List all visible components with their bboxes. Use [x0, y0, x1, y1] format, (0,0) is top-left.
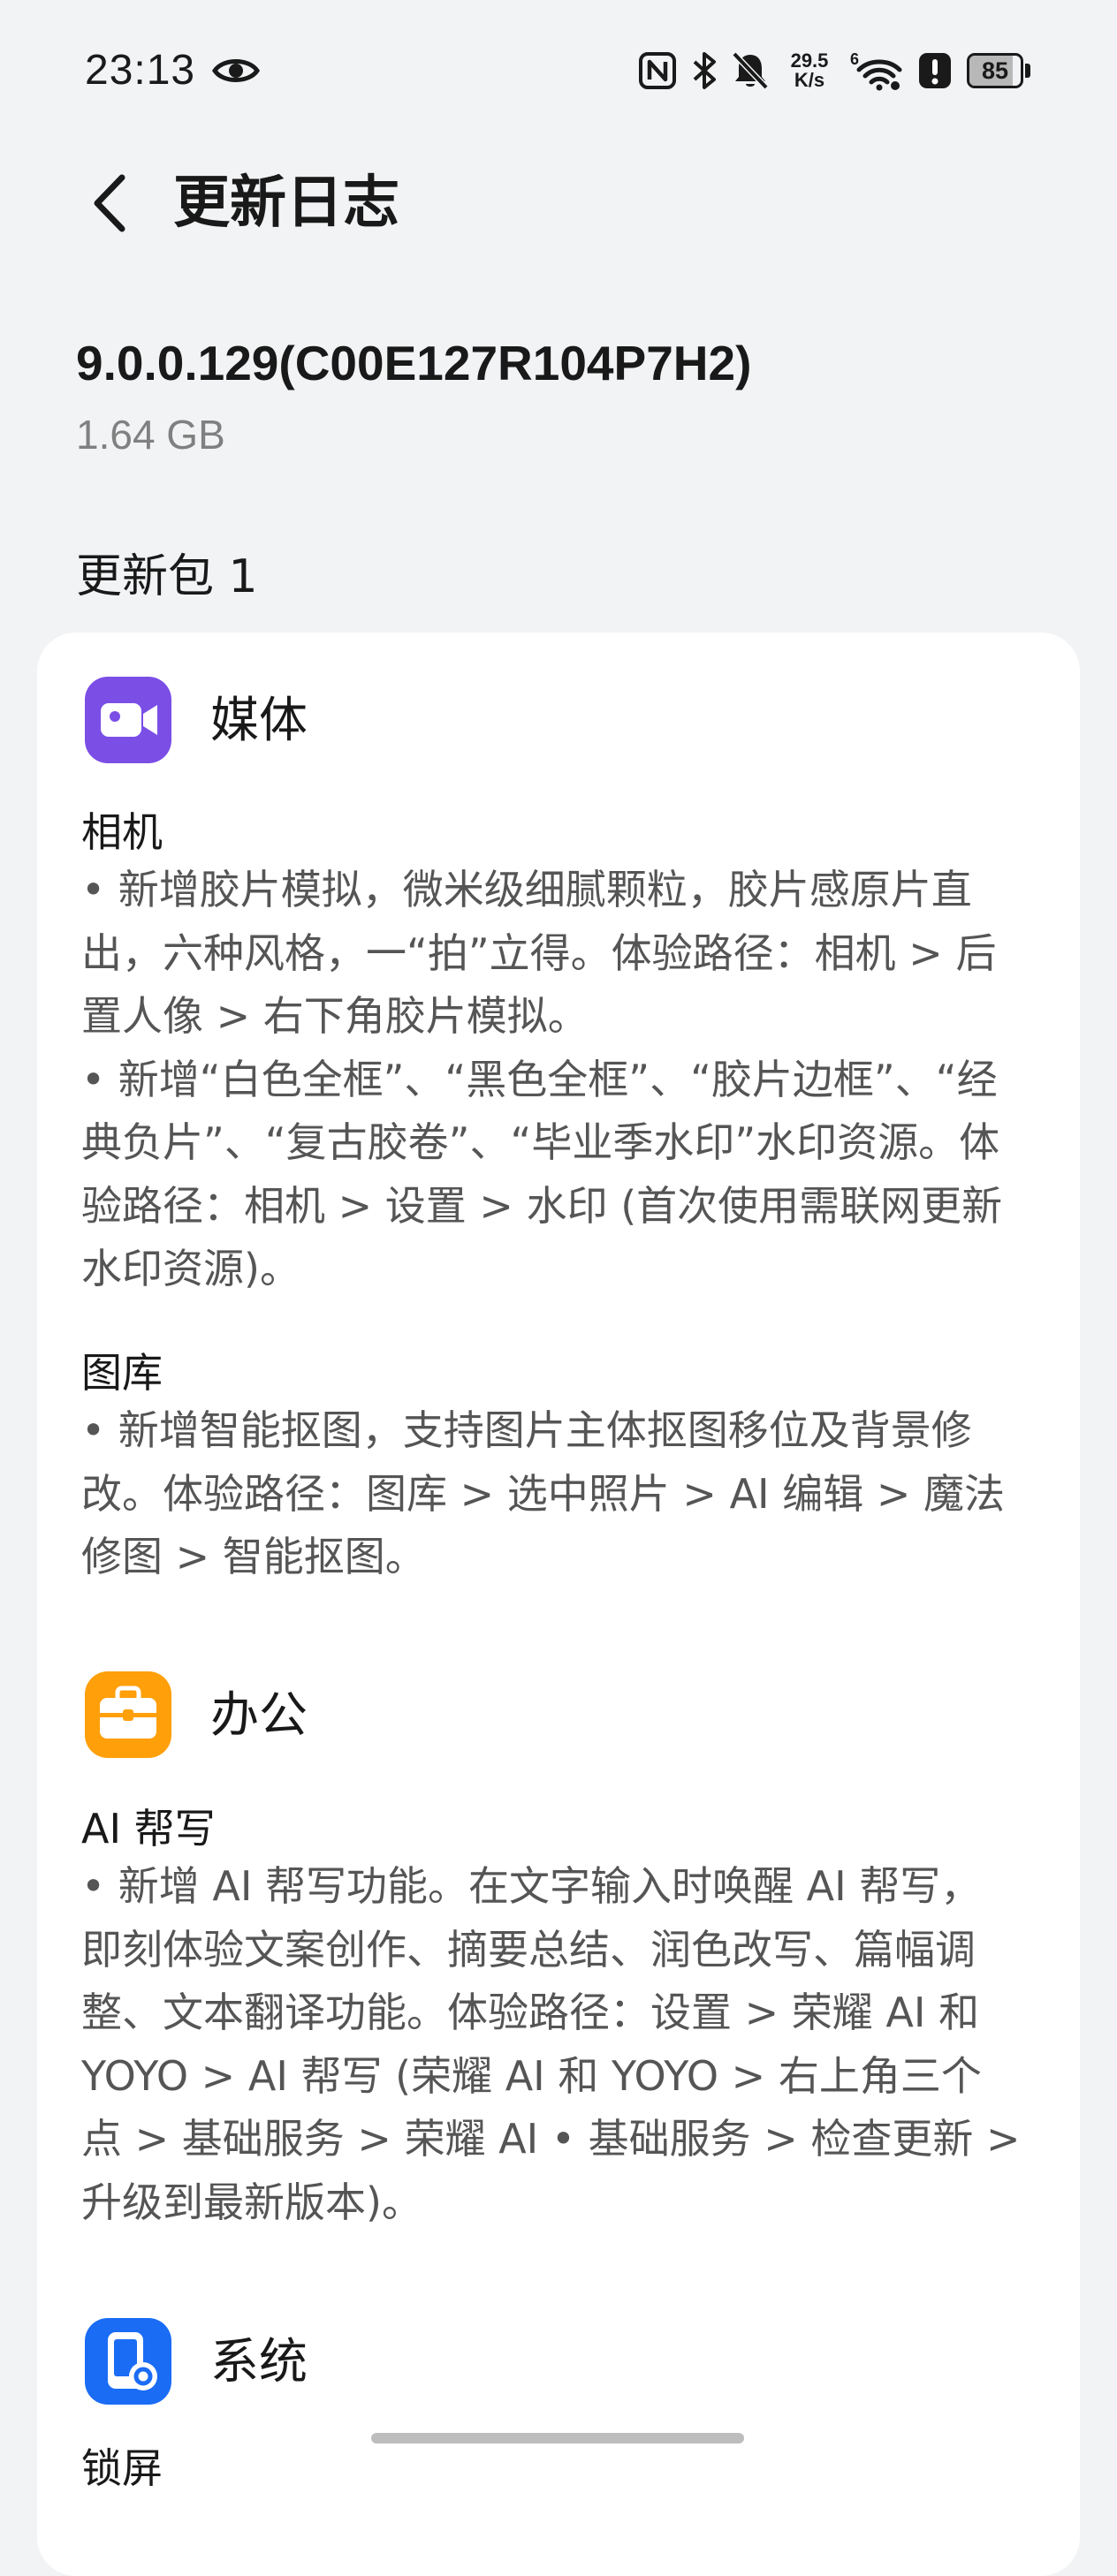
wifi-6-icon: 6 [850, 50, 902, 91]
net-speed-value: 29.5 [790, 49, 829, 72]
note-line: 点 > 基础服务 > 荣耀 AI • 基础服务 > 检查更新 > [81, 2115, 1021, 2163]
update-card: 媒体 相机 • 新增胶片模拟，微米级细腻颗粒，胶片感原片直 出，六种风格，一“拍… [37, 633, 1080, 2576]
alert-icon [919, 53, 951, 88]
note-line: 改。体验路径：图库 > 选中照片 > AI 编辑 > 魔法 [81, 1469, 1006, 1518]
phone-settings-icon [85, 2318, 171, 2405]
note-line: 置人像 > 右下角胶片模拟。 [81, 992, 589, 1040]
bell-off-icon [732, 51, 769, 90]
bluetooth-icon [693, 52, 716, 89]
status-icons: 29.5 K/s 6 85 [638, 46, 1032, 95]
note-line: • 新增胶片模拟，微米级细腻颗粒，胶片感原片直 [81, 866, 972, 913]
section-title-office: 办公 [210, 1686, 308, 1743]
camera-notes: • 新增胶片模拟，微米级细腻颗粒，胶片感原片直 出，六种风格，一“拍”立得。体验… [81, 859, 1080, 1301]
note-line: 升级到最新版本)。 [81, 2178, 422, 2226]
battery-level: 85 [981, 57, 1009, 84]
subsection-title-gallery: 图库 [81, 1349, 163, 1397]
net-speed: 29.5 K/s [783, 51, 836, 90]
subsection-title-lockscreen: 锁屏 [81, 2444, 163, 2492]
eye-icon [212, 59, 260, 82]
subsection-title-ai-writing: AI 帮写 [81, 1805, 216, 1852]
section-title-system: 系统 [210, 2333, 308, 2390]
note-line: 整、文本翻译功能。体验路径：设置 > 荣耀 AI 和 [81, 1989, 980, 2036]
battery-icon: 85 [967, 53, 1032, 88]
nfc-icon [639, 52, 676, 89]
note-line: • 新增智能抠图，支持图片主体抠图移位及背景修 [81, 1406, 972, 1454]
note-line: 即刻体验文案创作、摘要总结、润色改写、篇幅调 [81, 1925, 976, 1974]
note-line: • 新增“白色全框”、“黑色全框”、“胶片边框”、“经 [81, 1055, 998, 1103]
note-line: 典负片”、“复古胶卷”、“毕业季水印”水印资源。体 [81, 1118, 1000, 1166]
note-line: 水印资源)。 [81, 1245, 300, 1292]
note-line: 出，六种风格，一“拍”立得。体验路径：相机 > 后 [81, 928, 997, 977]
note-line: 修图 > 智能抠图。 [81, 1533, 426, 1580]
back-button[interactable] [74, 168, 145, 239]
svg-text:6: 6 [850, 50, 859, 68]
gallery-notes: • 新增智能抠图，支持图片主体抠图移位及背景修 改。体验路径：图库 > 选中照片… [81, 1399, 1080, 1589]
version-number: 9.0.0.129(C00E127R104P7H2) [76, 336, 752, 390]
net-speed-unit: K/s [794, 69, 825, 91]
section-title-media: 媒体 [210, 692, 308, 748]
status-time: 23:13 [85, 47, 196, 94]
note-line: • 新增 AI 帮写功能。在文字输入时唤醒 AI 帮写， [81, 1862, 982, 1910]
briefcase-icon [85, 1671, 171, 1758]
note-line: 验路径：相机 > 设置 > 水印 (首次使用需联网更新 [81, 1181, 1003, 1230]
package-title: 更新包 1 [76, 550, 258, 603]
ai-writing-notes: • 新增 AI 帮写功能。在文字输入时唤醒 AI 帮写， 即刻体验文案创作、摘要… [81, 1855, 1080, 2234]
subsection-title-camera: 相机 [81, 808, 163, 856]
page-title: 更新日志 [173, 170, 399, 236]
chevron-left-icon [94, 174, 125, 232]
video-camera-icon [85, 677, 171, 763]
status-bar: 23:13 29.5 K/s 6 85 [0, 0, 1117, 141]
note-line: YOYO > AI 帮写 (荣耀 AI 和 YOYO > 右上角三个 [81, 2051, 982, 2100]
version-size: 1.64 GB [76, 412, 225, 458]
home-indicator[interactable] [371, 2433, 744, 2443]
